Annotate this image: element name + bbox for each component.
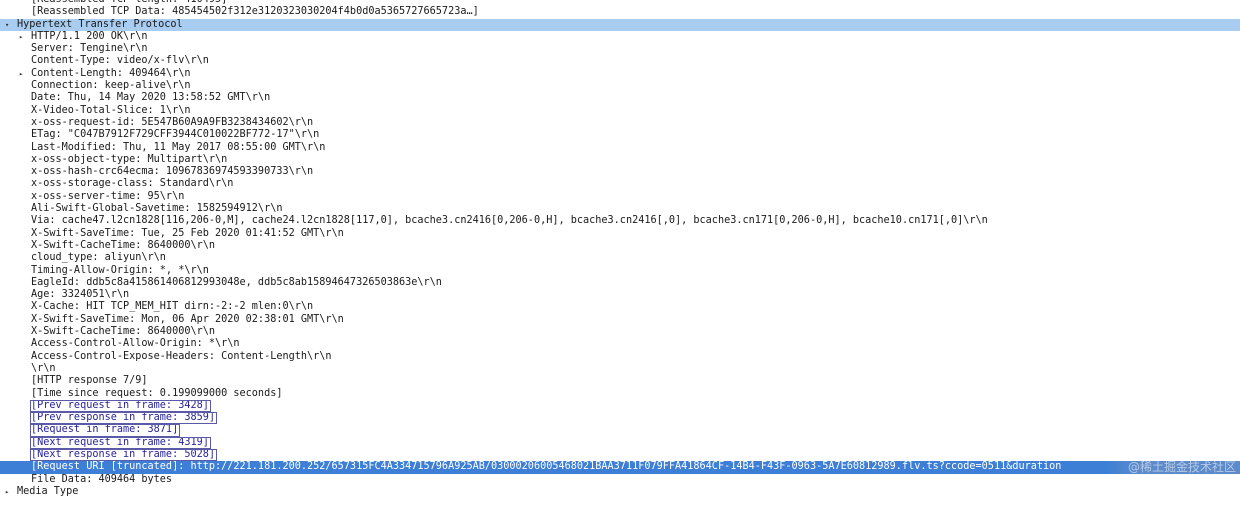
tree-row-connection-keep-alive-r-n[interactable]: Connection: keep-alive\r\n	[0, 80, 1240, 92]
tree-row-label: Timing-Allow-Origin: *, *\r\n	[31, 264, 209, 276]
tree-row-request-uri-truncated-http-221-181-200-2[interactable]: [Request URI [truncated]: http://221.181…	[0, 461, 1240, 474]
tree-row-content-type-video-x-flv-r-n[interactable]: Content-Type: video/x-flv\r\n	[0, 55, 1240, 67]
tree-row-label: [HTTP response 7/9]	[31, 375, 148, 387]
tree-row-label: [Request in frame: 3871]	[30, 424, 181, 437]
tree-row-label: [Request URI [truncated]: http://221.181…	[31, 461, 1062, 473]
tree-row-x-oss-object-type-multipart-r-n[interactable]: x-oss-object-type: Multipart\r\n	[0, 154, 1240, 166]
tree-row-label: Content-Type: video/x-flv\r\n	[31, 55, 209, 67]
watermark-text: @稀土掘金技术社区	[1105, 461, 1240, 474]
tree-row-x-oss-server-time-95-r-n[interactable]: x-oss-server-time: 95\r\n	[0, 191, 1240, 203]
tree-row-label: X-Swift-CacheTime: 8640000\r\n	[31, 239, 216, 251]
tree-row-timing-allow-origin-r-n[interactable]: Timing-Allow-Origin: *, *\r\n	[0, 265, 1240, 277]
tree-row-x-oss-storage-class-standard-r-n[interactable]: x-oss-storage-class: Standard\r\n	[0, 178, 1240, 190]
tree-row-label: [Prev request in frame: 3428]	[30, 399, 211, 413]
tree-row-prev-response-in-frame-3859[interactable]: [Prev response in frame: 3859]	[0, 412, 1240, 425]
tree-row-label: Content-Length: 409464\r\n	[31, 67, 191, 79]
tree-row-label: X-Swift-SaveTime: Mon, 06 Apr 2020 02:38…	[31, 313, 344, 325]
tree-row-last-modified-thu-11-may-2017-08-55-00-g[interactable]: Last-Modified: Thu, 11 May 2017 08:55:00…	[0, 142, 1240, 154]
tree-row-label: Hypertext Transfer Protocol	[17, 18, 183, 30]
tree-row-x-oss-request-id-5e547b60a9a9fb323843460[interactable]: x-oss-request-id: 5E547B60A9A9FB32384346…	[0, 117, 1240, 129]
tree-row-label: Access-Control-Expose-Headers: Content-L…	[31, 350, 332, 362]
packet-details-tree[interactable]: [Reassembled TCP length: 410495][Reassem…	[0, 0, 1240, 502]
tree-row-media-type[interactable]: ▸ Media Type	[0, 486, 1240, 498]
tree-row-access-control-allow-origin-r-n[interactable]: Access-Control-Allow-Origin: *\r\n	[0, 338, 1240, 350]
tree-row-label: X-Cache: HIT TCP_MEM_HIT dirn:-2:-2 mlen…	[31, 301, 314, 313]
tree-row-label: EagleId: ddb5c8a415861406812993048e, ddb…	[31, 276, 442, 288]
tree-row-label: [Reassembled TCP Data: 485454502f312e312…	[31, 6, 479, 18]
tree-row-x-cache-hit-tcp-mem-hit-dirn-2-2-mlen-0-[interactable]: X-Cache: HIT TCP_MEM_HIT dirn:-2:-2 mlen…	[0, 301, 1240, 313]
tree-row-age-3324051-r-n[interactable]: Age: 3324051\r\n	[0, 289, 1240, 301]
tree-row-label: [Next response in frame: 5028]	[30, 448, 218, 462]
tree-row-x-video-total-slice-1-r-n[interactable]: X-Video-Total-Slice: 1\r\n	[0, 105, 1240, 117]
tree-row-x-swift-cachetime-8640000-r-n[interactable]: X-Swift-CacheTime: 8640000\r\n	[0, 326, 1240, 338]
tree-row-file-data-409464-bytes[interactable]: File Data: 409464 bytes	[0, 474, 1240, 486]
tree-row-date-thu-14-may-2020-13-58-52-gmt-r-n[interactable]: Date: Thu, 14 May 2020 13:58:52 GMT\r\n	[0, 92, 1240, 104]
tree-row-eagleid-ddb5c8a415861406812993048e-ddb5c[interactable]: EagleId: ddb5c8a415861406812993048e, ddb…	[0, 277, 1240, 289]
tree-row-next-request-in-frame-4319[interactable]: [Next request in frame: 4319]	[0, 436, 1240, 449]
tree-row-x-oss-hash-crc64ecma-1096783697459339073[interactable]: x-oss-hash-crc64ecma: 109678369745933907…	[0, 166, 1240, 178]
tree-row-label: Via: cache47.l2cn1828[116,206-0,M], cach…	[31, 215, 988, 227]
tree-row-content-length-409464-r-n[interactable]: ▸ Content-Length: 409464\r\n	[0, 68, 1240, 80]
collapsed-arrow-icon[interactable]: ▸	[5, 486, 9, 498]
tree-row-prev-request-in-frame-3428[interactable]: [Prev request in frame: 3428]	[0, 399, 1240, 413]
tree-row-label: cloud_type: aliyun\r\n	[31, 252, 166, 264]
tree-row-label: HTTP/1.1 200 OK\r\n	[31, 30, 148, 42]
tree-row-label: Connection: keep-alive\r\n	[31, 80, 191, 92]
tree-row-server-tengine-r-n[interactable]: Server: Tengine\r\n	[0, 43, 1240, 55]
tree-row-label: x-oss-storage-class: Standard\r\n	[31, 178, 234, 190]
tree-row-etag-c047b7912f729cff3944c010022bf772-17[interactable]: ETag: "C047B7912F729CFF3944C010022BF772-…	[0, 129, 1240, 141]
tree-row-http-1-1-200-ok-r-n[interactable]: ▸ HTTP/1.1 200 OK\r\n	[0, 31, 1240, 43]
tree-row-label: x-oss-request-id: 5E547B60A9A9FB32384346…	[31, 116, 314, 128]
tree-row-ali-swift-global-savetime-1582594912-r-n[interactable]: Ali-Swift-Global-Savetime: 1582594912\r\…	[0, 203, 1240, 215]
tree-row-label: File Data: 409464 bytes	[31, 473, 173, 485]
tree-row-hypertext-transfer-protocol[interactable]: ▾ Hypertext Transfer Protocol	[0, 18, 1240, 31]
tree-row-label: X-Swift-CacheTime: 8640000\r\n	[31, 326, 216, 338]
tree-row-r-n[interactable]: \r\n	[0, 363, 1240, 375]
tree-row-reassembled-tcp-data-485454502f312e31203[interactable]: [Reassembled TCP Data: 485454502f312e312…	[0, 6, 1240, 18]
tree-row-http-response-7-9[interactable]: [HTTP response 7/9]	[0, 375, 1240, 387]
tree-row-label: Date: Thu, 14 May 2020 13:58:52 GMT\r\n	[31, 92, 271, 104]
tree-row-x-swift-savetime-mon-06-apr-2020-02-38-0[interactable]: X-Swift-SaveTime: Mon, 06 Apr 2020 02:38…	[0, 314, 1240, 326]
tree-row-label: Last-Modified: Thu, 11 May 2017 08:55:00…	[31, 141, 326, 153]
tree-row-next-response-in-frame-5028[interactable]: [Next response in frame: 5028]	[0, 448, 1240, 462]
tree-row-label: Server: Tengine\r\n	[31, 43, 148, 55]
expanded-arrow-icon[interactable]: ▾	[5, 19, 9, 31]
tree-row-cloud-type-aliyun-r-n[interactable]: cloud_type: aliyun\r\n	[0, 252, 1240, 264]
tree-row-label: Media Type	[17, 485, 79, 497]
tree-row-time-since-request-0-199099000-seconds[interactable]: [Time since request: 0.199099000 seconds…	[0, 388, 1240, 400]
tree-row-label: ETag: "C047B7912F729CFF3944C010022BF772-…	[31, 129, 320, 141]
tree-row-label: [Prev response in frame: 3859]	[30, 412, 218, 425]
tree-row-request-in-frame-3871[interactable]: [Request in frame: 3871]	[0, 424, 1240, 437]
tree-row-x-swift-cachetime-8640000-r-n[interactable]: X-Swift-CacheTime: 8640000\r\n	[0, 240, 1240, 252]
tree-row-via-cache47-l2cn1828-116-206-0-m-cache24[interactable]: Via: cache47.l2cn1828[116,206-0,M], cach…	[0, 215, 1240, 227]
tree-row-x-swift-savetime-tue-25-feb-2020-01-41-5[interactable]: X-Swift-SaveTime: Tue, 25 Feb 2020 01:41…	[0, 228, 1240, 240]
tree-row-label: [Next request in frame: 4319]	[30, 436, 211, 449]
collapsed-arrow-icon[interactable]: ▸	[19, 31, 23, 43]
tree-row-label: x-oss-hash-crc64ecma: 109678369745933907…	[31, 166, 314, 178]
tree-row-label: Access-Control-Allow-Origin: *\r\n	[31, 338, 240, 350]
tree-row-label: x-oss-server-time: 95\r\n	[31, 190, 185, 202]
tree-row-label: \r\n	[31, 362, 56, 374]
tree-row-label: Age: 3324051\r\n	[31, 289, 130, 301]
collapsed-arrow-icon[interactable]: ▸	[19, 68, 23, 80]
tree-row-label: [Time since request: 0.199099000 seconds…	[31, 387, 283, 399]
tree-row-label: X-Video-Total-Slice: 1\r\n	[31, 104, 191, 116]
tree-row-access-control-expose-headers-content-le[interactable]: Access-Control-Expose-Headers: Content-L…	[0, 351, 1240, 363]
tree-row-label: x-oss-object-type: Multipart\r\n	[31, 153, 228, 165]
tree-row-label: Ali-Swift-Global-Savetime: 1582594912\r\…	[31, 203, 283, 215]
tree-row-label: X-Swift-SaveTime: Tue, 25 Feb 2020 01:41…	[31, 227, 344, 239]
